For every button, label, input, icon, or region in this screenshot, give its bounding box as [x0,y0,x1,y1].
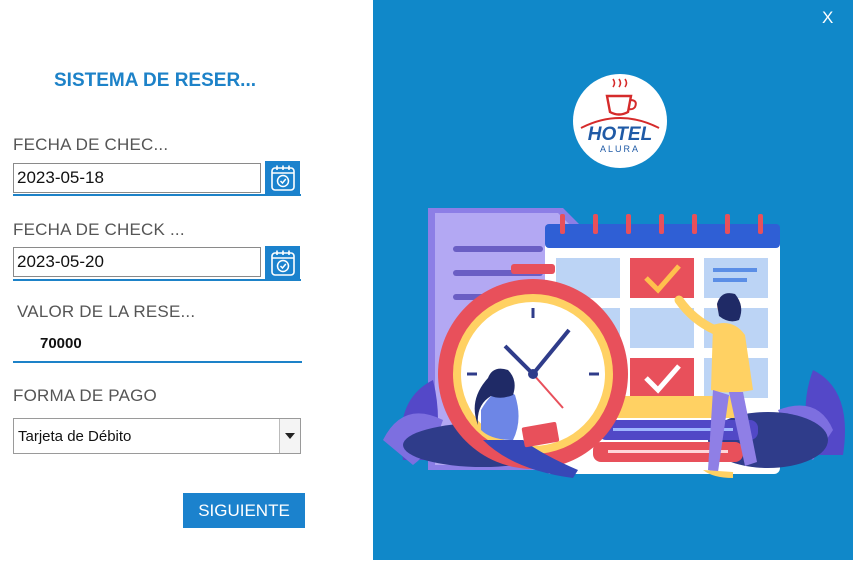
hotel-alura-logo: HOTEL ALURA [573,74,667,168]
checkin-label: FECHA DE CHEC... [13,135,169,154]
payment-method-selected: Tarjeta de Débito [18,428,132,445]
calendar-check-icon [270,250,295,276]
calendar-check-icon [270,165,295,191]
dropdown-arrow-icon[interactable] [279,419,300,453]
reservation-value-field[interactable]: 70000 [40,335,82,352]
next-button[interactable]: SIGUIENTE [183,493,305,528]
checkin-calendar-button[interactable] [265,161,300,195]
hotel-illustration: HOTEL ALURA [383,74,845,478]
svg-text:HOTEL: HOTEL [588,124,652,145]
reservation-form: SISTEMA DE RESER... FECHA DE CHEC... 202… [0,0,373,584]
payment-method-label: FORMA DE PAGO [13,386,157,405]
illustration-panel: HOTEL ALURA [373,0,853,560]
reservation-value-label: VALOR DE LA RESE... [17,302,196,321]
value-underline [13,361,302,363]
page-title: SISTEMA DE RESER... [54,70,256,91]
svg-text:ALURA: ALURA [600,144,640,154]
checkout-underline [13,279,301,281]
checkin-date-input[interactable]: 2023-05-18 [13,163,261,193]
checkin-underline [13,194,301,196]
payment-method-select[interactable]: Tarjeta de Débito [13,418,301,454]
close-button[interactable]: X [822,8,833,28]
checkout-label: FECHA DE CHECK ... [13,220,185,239]
checkout-date-input[interactable]: 2023-05-20 [13,247,261,277]
checkout-calendar-button[interactable] [265,246,300,280]
